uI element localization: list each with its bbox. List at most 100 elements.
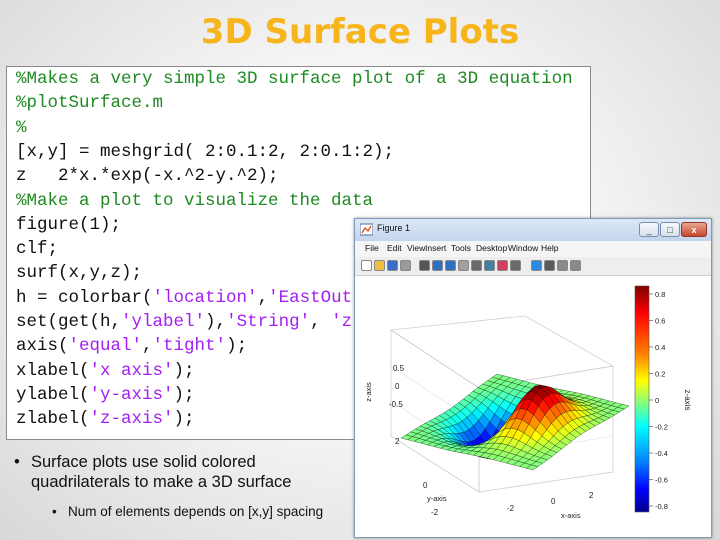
print-icon[interactable]: [400, 260, 411, 271]
code-text: surf(x,y,z);: [16, 263, 143, 284]
surface-mesh: [400, 373, 630, 471]
code-text: z 2*x.*exp(-x.^2-y.^2);: [16, 166, 279, 187]
code-string: 'EastOut: [268, 287, 353, 308]
code-line: ylabel('y-axis');: [16, 385, 195, 405]
bullet-dot: •: [14, 453, 20, 471]
code-text: ,: [257, 287, 269, 308]
new-file-icon[interactable]: [361, 260, 372, 271]
z-tick-label: 0: [395, 382, 400, 391]
code-string: 'tight': [152, 336, 227, 357]
colorbar-tick-label: -0.2: [655, 423, 668, 432]
code-text: );: [226, 336, 248, 357]
legend-icon[interactable]: [544, 260, 555, 271]
code-line: [x,y] = meshgrid( 2:0.1:2, 2:0.1:2);: [16, 142, 394, 162]
zoom-out-icon[interactable]: [445, 260, 456, 271]
y-axis-label: y-axis: [427, 494, 447, 503]
pointer-icon[interactable]: [419, 260, 430, 271]
data-cursor-icon[interactable]: [484, 260, 495, 271]
code-string: 'z-axis': [89, 409, 174, 430]
matlab-figure-icon: [360, 223, 373, 236]
show-plot-tools-icon[interactable]: [570, 260, 581, 271]
figure-window[interactable]: Figure 1 _ □ x File Edit View Insert Tools De…: [354, 218, 712, 538]
menu-desktop[interactable]: Desktop: [476, 243, 507, 253]
code-text: ),: [205, 312, 227, 332]
colorbar-label: z-axis: [683, 390, 692, 411]
colorbar-tick-label: 0: [655, 396, 659, 405]
code-string: 'equal': [68, 336, 143, 357]
maximize-button[interactable]: □: [660, 222, 680, 237]
code-line: xlabel('x axis');: [16, 361, 195, 381]
code-text: ,: [142, 336, 153, 357]
minimize-button[interactable]: _: [639, 222, 659, 237]
code-text: zlabel(: [16, 409, 90, 430]
code-text: ylabel(: [16, 384, 90, 405]
window-title: Figure 1: [377, 223, 411, 233]
code-line: zlabel('z-axis');: [16, 409, 195, 429]
code-text: axis(: [16, 336, 69, 357]
colorbar-ticks: 0.8 0.6 0.4 0.2 0 -0.2 -0.4 -0.6 -0.8: [649, 290, 668, 511]
z-tick-label: 0.5: [393, 364, 405, 373]
code-string: 'ylabel': [121, 312, 206, 332]
pan-icon[interactable]: [458, 260, 469, 271]
code-text: ,: [310, 312, 332, 332]
code-string: 'z: [331, 312, 353, 332]
rotate-icon[interactable]: [471, 260, 482, 271]
menu-view[interactable]: View: [407, 243, 425, 253]
hide-plot-tools-icon[interactable]: [557, 260, 568, 271]
window-titlebar[interactable]: Figure 1 _ □ x: [355, 219, 711, 241]
code-line: clf;: [16, 239, 58, 259]
code-text: h = colorbar(: [16, 287, 153, 308]
brush-icon[interactable]: [497, 260, 508, 271]
slide-title: 3D Surface Plots: [200, 12, 520, 52]
z-tick-label: -0.5: [389, 400, 403, 409]
surface-plot[interactable]: 0.8 0.6 0.4 0.2 0 -0.2 -0.4 -0.6 -0.8 z-axis z-a…: [355, 276, 711, 538]
colorbar-tick-label: -0.8: [655, 502, 668, 511]
code-text: );: [173, 360, 195, 381]
colorbar-icon[interactable]: [531, 260, 542, 271]
colorbar-tick-label: 0.6: [655, 317, 665, 326]
code-line: %: [16, 118, 27, 138]
code-comment: %plotSurface.m: [16, 93, 164, 114]
code-line: figure(1);: [16, 215, 121, 235]
code-text: );: [173, 384, 195, 405]
code-text: );: [173, 409, 195, 430]
sub-bullet-text: Num of elements depends on [x,y] spacing: [68, 504, 324, 519]
code-text: clf;: [16, 239, 59, 260]
x-tick-label: -2: [507, 504, 515, 513]
code-string: 'y-axis': [89, 384, 174, 405]
zoom-in-icon[interactable]: [432, 260, 443, 271]
close-button[interactable]: x: [681, 222, 707, 237]
code-text: set(get(h,: [16, 312, 122, 332]
code-line: z 2*x.*exp(-x.^2-y.^2);: [16, 166, 279, 186]
colorbar-tick-label: -0.6: [655, 476, 668, 485]
save-icon[interactable]: [387, 260, 398, 271]
code-line: set(get(h,'ylabel'),'String', 'z: [16, 312, 352, 332]
x-tick-label: 2: [589, 491, 594, 500]
colorbar-tick-label: 0.8: [655, 290, 665, 299]
code-comment: %Make a plot to visualize the data: [16, 190, 374, 211]
code-text: xlabel(: [16, 360, 90, 381]
y-tick-label: -2: [431, 508, 439, 517]
code-line: surf(x,y,z);: [16, 263, 142, 283]
code-line: %plotSurface.m: [16, 93, 163, 113]
code-line: h = colorbar('location','EastOut: [16, 288, 352, 308]
code-string: 'x axis': [89, 360, 174, 381]
menu-file[interactable]: File: [365, 243, 379, 253]
code-string: 'String': [226, 312, 311, 332]
menu-insert[interactable]: Insert: [425, 243, 446, 253]
menu-window[interactable]: Window: [508, 243, 538, 253]
y-tick-label: 0: [423, 481, 428, 490]
menu-tools[interactable]: Tools: [451, 243, 471, 253]
z-axis-label: z-axis: [364, 382, 373, 402]
x-tick-label: 0: [551, 497, 556, 506]
menu-edit[interactable]: Edit: [387, 243, 402, 253]
plot-area[interactable]: 0.8 0.6 0.4 0.2 0 -0.2 -0.4 -0.6 -0.8 z-axis z-a…: [355, 276, 711, 538]
link-icon[interactable]: [510, 260, 521, 271]
open-file-icon[interactable]: [374, 260, 385, 271]
menu-help[interactable]: Help: [541, 243, 558, 253]
colorbar: [634, 285, 650, 513]
colorbar-tick-label: -0.4: [655, 449, 668, 458]
code-comment: %: [16, 117, 27, 138]
bullet-text: Surface plots use solid colored quadrila…: [31, 453, 292, 491]
x-axis-label: x-axis: [561, 511, 581, 520]
